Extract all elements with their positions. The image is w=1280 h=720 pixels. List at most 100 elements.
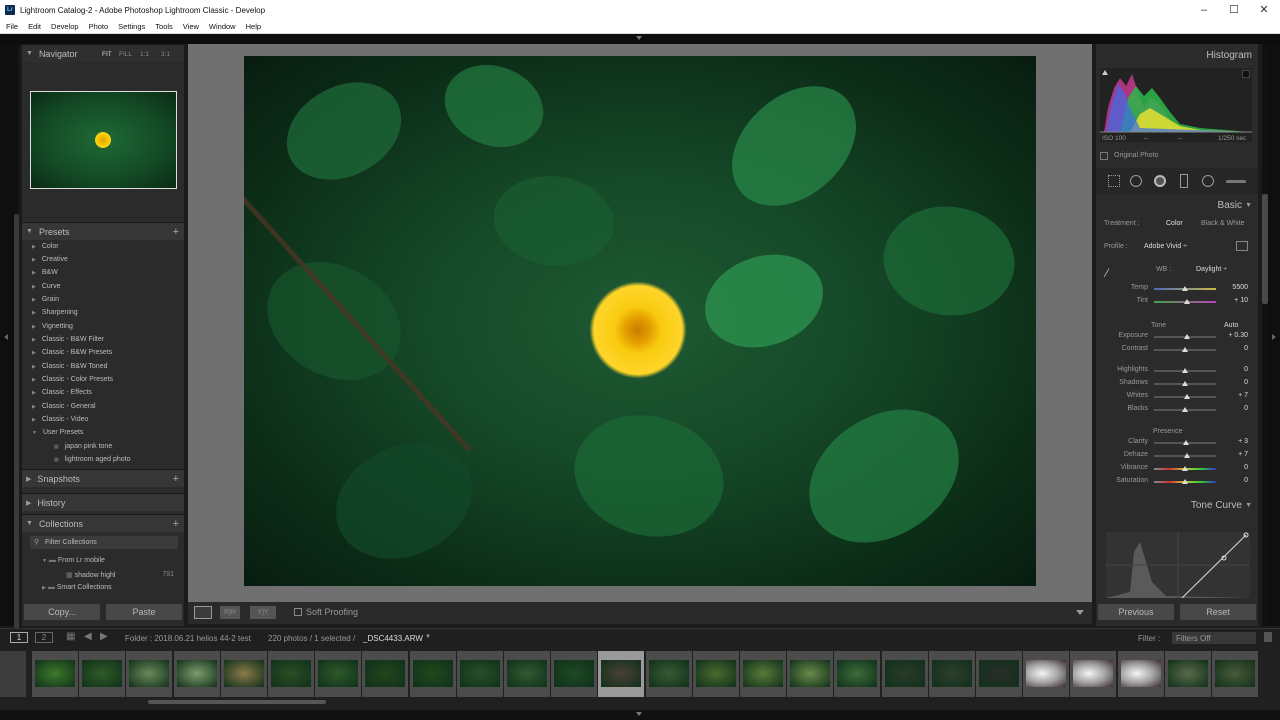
filmstrip-partial-thumb[interactable] [0, 651, 26, 697]
filmstrip-thumb[interactable] [551, 651, 598, 697]
preset-folder[interactable]: ▶ Classic - Color Presets [32, 376, 113, 383]
preset-folder[interactable]: ▶ Classic - General [32, 403, 96, 410]
filter-collections-input[interactable]: ⚲ Filter Collections [30, 536, 178, 549]
slider-value[interactable]: + 7 [1218, 392, 1248, 399]
grid-view-icon[interactable]: ▦ [66, 631, 75, 642]
filmstrip-thumb[interactable] [409, 651, 456, 697]
filmstrip-thumb[interactable] [362, 651, 409, 697]
slider-value[interactable]: 0 [1218, 345, 1248, 352]
filmstrip-thumb[interactable] [881, 651, 928, 697]
before-after-toggle-icon[interactable]: Y|Y [250, 606, 276, 619]
filmstrip-thumb[interactable] [1212, 651, 1258, 697]
preset-folder[interactable]: ▶ Curve [32, 283, 61, 290]
before-after-icon[interactable]: R|R [220, 606, 240, 619]
filmstrip-thumb[interactable] [645, 651, 692, 697]
slider-knob[interactable] [1182, 466, 1188, 471]
history-header[interactable]: ▶ History [22, 493, 184, 511]
collapse-triangle-icon[interactable]: ▼ [1245, 202, 1252, 209]
profile-browser-icon[interactable] [1236, 241, 1248, 251]
spot-removal-icon[interactable] [1130, 175, 1142, 187]
adjustment-brush-icon[interactable] [1226, 180, 1246, 183]
tone-curve-graph[interactable] [1106, 532, 1250, 598]
filmstrip-thumb[interactable] [692, 651, 739, 697]
slider-value[interactable]: 0 [1218, 379, 1248, 386]
slider-knob[interactable] [1182, 347, 1188, 352]
menu-develop[interactable]: Develop [51, 22, 79, 31]
preset-folder[interactable]: ▶ Sharpening [32, 309, 78, 316]
navigator-preview[interactable] [30, 91, 177, 189]
filmstrip-scroll-thumb[interactable] [148, 700, 326, 704]
close-icon[interactable]: ✕ [1256, 4, 1272, 16]
filmstrip-thumb[interactable] [126, 651, 173, 697]
collapse-triangle-icon[interactable]: ▼ [1245, 502, 1252, 509]
toolbar-menu-icon[interactable] [1076, 610, 1084, 615]
preset-folder[interactable]: ▶ B&W [32, 269, 58, 276]
slider-knob[interactable] [1182, 368, 1188, 373]
user-preset-item[interactable]: ▦ japan pink tone [54, 443, 112, 450]
treatment-bw[interactable]: Black & White [1201, 220, 1245, 227]
crop-icon[interactable] [1108, 175, 1120, 187]
preset-folder[interactable]: ▶ Classic - B&W Presets [32, 349, 112, 356]
highlight-clipping-icon[interactable] [1242, 70, 1250, 78]
treatment-color[interactable]: Color [1166, 220, 1183, 227]
nav-mode-fill[interactable]: FILL [119, 51, 132, 58]
eyedropper-icon[interactable]: ⁄ [1106, 266, 1120, 280]
loupe-view-icon[interactable] [194, 606, 212, 619]
slider-knob[interactable] [1183, 453, 1190, 458]
preset-folder[interactable]: ▶ Color [32, 243, 59, 250]
filmstrip-thumb[interactable] [598, 651, 645, 697]
preset-folder[interactable]: ▶ Vignetting [32, 323, 73, 330]
add-snapshot-icon[interactable]: + [173, 473, 179, 485]
filmstrip[interactable] [0, 646, 1280, 710]
top-panel-toggle[interactable] [0, 34, 1280, 44]
filmstrip-thumb[interactable] [220, 651, 267, 697]
preset-folder[interactable]: ▶ Classic - Video [32, 416, 88, 423]
menu-edit[interactable]: Edit [28, 22, 41, 31]
slider-knob[interactable] [1184, 299, 1191, 304]
bottom-panel-toggle[interactable] [0, 710, 1280, 720]
graduated-filter-icon[interactable] [1180, 174, 1188, 188]
filmstrip-thumb[interactable] [32, 651, 78, 697]
selected-file[interactable]: _DSC4433.ARW [363, 634, 423, 643]
preset-folder[interactable]: ▶ Classic - Effects [32, 389, 92, 396]
original-photo-checkbox[interactable] [1100, 152, 1108, 160]
previous-button[interactable]: Previous [1098, 604, 1174, 620]
slider-knob[interactable] [1183, 440, 1190, 445]
slider-knob[interactable] [1182, 479, 1188, 484]
back-arrow-icon[interactable]: ◀ [84, 631, 92, 642]
user-preset-item[interactable]: ▦ lightroom aged photo [54, 456, 131, 463]
preset-folder[interactable]: ▶ Classic - B&W Toned [32, 363, 107, 370]
shadow-clipping-icon[interactable] [1102, 70, 1108, 75]
menu-help[interactable]: Help [246, 22, 261, 31]
filmstrip-thumb[interactable] [1117, 651, 1164, 697]
auto-tone-button[interactable]: Auto [1224, 322, 1238, 329]
preset-folder[interactable]: ▶ Grain [32, 296, 59, 303]
wb-select[interactable]: Daylight ÷ [1196, 266, 1227, 273]
paste-button[interactable]: Paste [106, 604, 182, 620]
filmstrip-thumb[interactable] [1070, 651, 1117, 697]
filmstrip-thumb[interactable] [504, 651, 550, 697]
filmstrip-thumb[interactable] [456, 651, 503, 697]
slider-knob[interactable] [1182, 381, 1188, 386]
menu-window[interactable]: Window [209, 22, 236, 31]
slider-knob[interactable] [1183, 394, 1190, 399]
filmstrip-thumb[interactable] [173, 651, 220, 697]
menu-view[interactable]: View [183, 22, 199, 31]
filter-select[interactable]: Filters Off [1172, 632, 1256, 644]
collections-header[interactable]: ▼ Collections + [22, 514, 184, 532]
slider-knob[interactable] [1182, 286, 1188, 291]
slider-value[interactable]: + 0.30 [1218, 332, 1248, 339]
slider-knob[interactable] [1182, 407, 1188, 412]
menu-settings[interactable]: Settings [118, 22, 145, 31]
nav-mode-fit[interactable]: FIT [102, 51, 112, 58]
red-eye-icon[interactable] [1154, 175, 1166, 187]
filmstrip-thumb[interactable] [740, 651, 786, 697]
snapshots-header[interactable]: ▶ Snapshots + [22, 469, 184, 487]
chevron-down-icon[interactable]: ▼ [425, 634, 431, 640]
filmstrip-thumb[interactable] [1164, 651, 1211, 697]
preset-folder[interactable]: ▶ Classic - B&W Filter [32, 336, 104, 343]
left-edge[interactable] [0, 44, 14, 626]
navigator-header[interactable]: ▼ Navigator FIT FILL 1:1 3:1 [22, 44, 184, 62]
slider-value[interactable]: + 7 [1218, 451, 1248, 458]
menu-tools[interactable]: Tools [155, 22, 173, 31]
